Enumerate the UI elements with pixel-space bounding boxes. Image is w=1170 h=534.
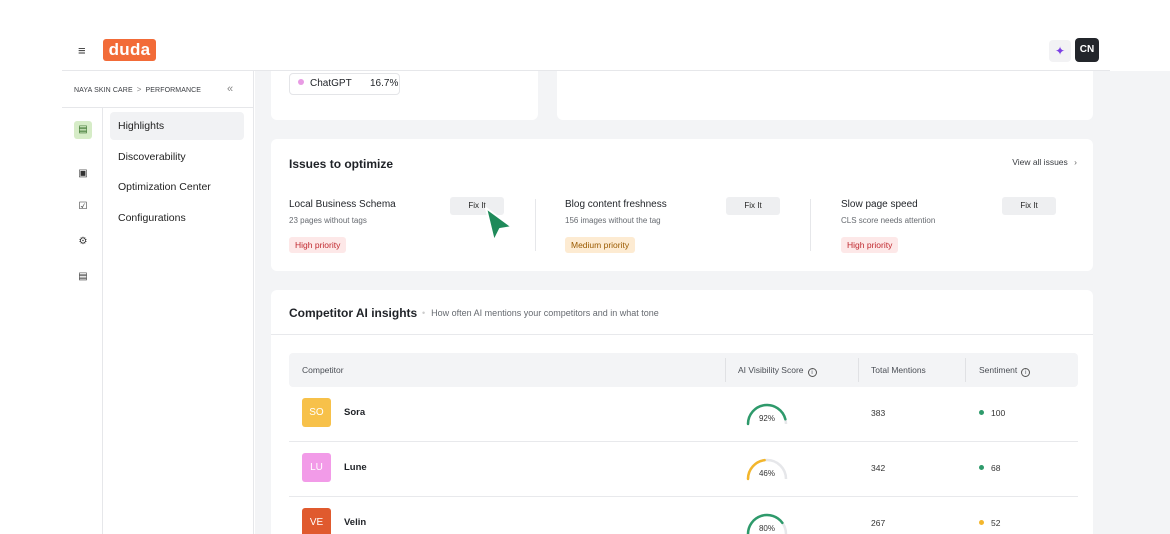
column-header-sentiment: Sentiment i [979,353,1031,387]
competitor-avatar: LU [302,453,331,482]
user-avatar[interactable]: CN [1075,38,1099,62]
gear-icon[interactable]: ⚙ [74,233,92,251]
issue-desc: 23 pages without tags [289,216,367,225]
fix-it-button[interactable]: Fix It [726,197,780,215]
info-icon[interactable]: i [1021,368,1031,377]
gauge-value: 80% [758,524,775,533]
issue-desc: CLS score needs attention [841,216,936,225]
issue-divider [535,199,536,251]
competitor-card: Competitor AI insights • How often AI men… [271,290,1093,534]
issue-desc: 156 images without the tag [565,216,661,225]
gauge-value: 92% [758,414,775,423]
priority-badge: Medium priority [565,237,636,253]
competitor-title: Competitor AI insights [289,306,418,320]
visibility-gauge: 80% [745,510,789,534]
view-all-issues-link[interactable]: View all issues › [1012,157,1077,167]
issue-name: Local Business Schema [289,199,396,210]
view-all-label: View all issues [1012,157,1068,167]
issue-divider [810,199,811,251]
competitor-name: Sora [344,407,366,418]
platform-chip-chatgpt: ChatGPT 16.7% [289,73,400,95]
issues-card: Issues to optimize View all issues › Loc… [271,139,1093,271]
chart-icon[interactable]: ▤ [74,121,92,139]
checklist-icon[interactable]: ☑ [74,198,92,216]
competitor-name: Velin [344,517,367,528]
sidebar-item-optimization-center[interactable]: Optimization Center [110,173,244,201]
chip-value: 16.7% [370,78,399,89]
table-row[interactable]: VE Velin 80% 267 52 [289,497,1078,534]
duda-logo[interactable]: duda [103,39,156,61]
sentiment-score: 100 [991,408,1006,418]
column-separator [725,358,726,382]
sentiment-score: 52 [991,518,1001,528]
store-icon[interactable]: ▣ [74,165,92,183]
double-chevron-left-icon[interactable]: « [227,83,233,95]
sentiment-value: 68 [979,463,1000,473]
issue-item: Blog content freshness 156 images withou… [565,197,821,259]
hamburger-icon[interactable]: ≡ [78,43,86,58]
icon-rail: ▤ ▣ ☑ ⚙ ▤ [62,108,103,534]
competitor-name: Lune [344,462,367,473]
document-icon[interactable]: ▤ [74,268,92,286]
visibility-gauge: 46% [745,455,789,481]
info-icon[interactable]: i [807,368,817,377]
header-label: AI Visibility Score [738,365,804,375]
issue-name: Blog content freshness [565,199,667,210]
sidebar: NAYA SKIN CARE > PERFORMANCE « ▤ ▣ ☑ ⚙ ▤ H… [62,71,254,534]
total-mentions: 267 [871,518,886,528]
card-divider [271,334,1093,335]
sidebar-item-highlights[interactable]: Highlights [110,112,244,140]
chevron-right-icon: > [136,85,142,94]
column-separator [965,358,966,382]
sentiment-dot [979,465,984,470]
sparkle-icon[interactable]: ✦ [1049,40,1071,62]
sentiment-value: 100 [979,408,1005,418]
header-label: Sentiment [979,365,1018,375]
issues-title: Issues to optimize [289,157,394,171]
secondary-card [557,71,1093,120]
chevron-right-icon: › [1074,157,1077,167]
top-bar: ≡ duda ✦ CN [62,34,1110,71]
table-row[interactable]: SO Sora 92% 383 100 [289,387,1078,442]
priority-badge: High priority [841,237,899,253]
total-mentions: 383 [871,408,886,418]
issue-name: Slow page speed [841,199,918,210]
sidebar-item-configurations[interactable]: Configurations [110,204,244,232]
ai-platform-card: ChatGPT 16.7% [271,71,538,120]
competitor-avatar: SO [302,398,331,427]
gauge-value: 46% [758,469,775,478]
table-row[interactable]: LU Lune 46% 342 68 [289,442,1078,497]
cursor-pointer-icon [485,207,513,242]
breadcrumb-page: PERFORMANCE [145,87,202,94]
competitor-subtitle: • How often AI mentions your competitors … [422,308,659,318]
breadcrumb-site[interactable]: NAYA SKIN CARE [74,87,133,94]
column-header-visibility: AI Visibility Score i [738,353,817,387]
main-content: ChatGPT 16.7% Issues to optimize View all… [255,71,1170,534]
visibility-gauge: 92% [745,400,789,426]
priority-badge: High priority [289,237,347,253]
fix-it-button[interactable]: Fix It [1002,197,1056,215]
issue-item: Slow page speed CLS score needs attentio… [841,197,1097,259]
sentiment-dot [979,410,984,415]
sentiment-dot [979,520,984,525]
breadcrumb: NAYA SKIN CARE > PERFORMANCE [74,85,201,94]
column-header-mentions: Total Mentions [871,365,926,375]
chip-label: ChatGPT [310,78,352,89]
sentiment-value: 52 [979,518,1000,528]
sidebar-item-discoverability[interactable]: Discoverability [110,143,244,171]
column-header-competitor: Competitor [302,365,344,375]
sentiment-score: 68 [991,463,1001,473]
total-mentions: 342 [871,463,886,473]
competitor-avatar: VE [302,508,331,534]
column-separator [858,358,859,382]
legend-dot [298,79,304,85]
table-header: Competitor AI Visibility Score i Total Me… [289,353,1078,387]
subtitle-text: How often AI mentions your competitors a… [431,308,659,318]
